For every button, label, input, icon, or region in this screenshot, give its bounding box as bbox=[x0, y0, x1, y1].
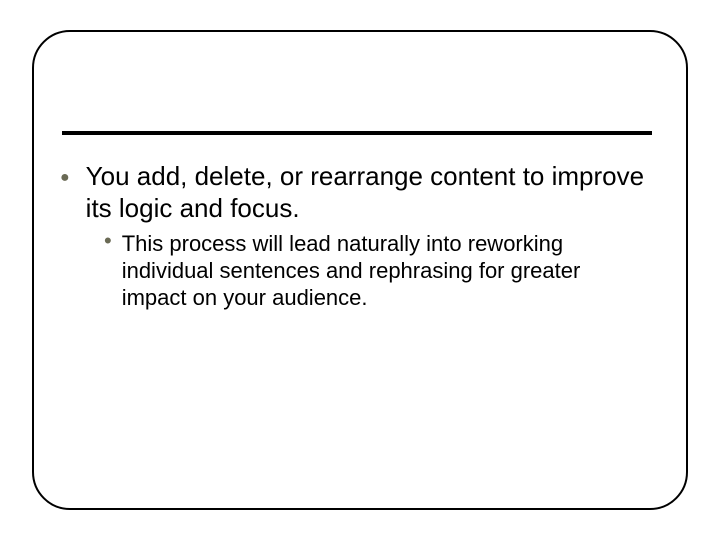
list-item: ● You add, delete, or rearrange content … bbox=[60, 160, 660, 224]
sub-bullet-text: This process will lead naturally into re… bbox=[122, 230, 622, 311]
list-item: • This process will lead naturally into … bbox=[104, 230, 660, 311]
bullet-icon: • bbox=[104, 230, 112, 252]
bullet-icon: ● bbox=[60, 162, 70, 194]
title-underline bbox=[62, 131, 652, 135]
slide-content: ● You add, delete, or rearrange content … bbox=[60, 160, 660, 311]
bullet-text: You add, delete, or rearrange content to… bbox=[86, 160, 660, 224]
slide: ● You add, delete, or rearrange content … bbox=[0, 0, 720, 540]
